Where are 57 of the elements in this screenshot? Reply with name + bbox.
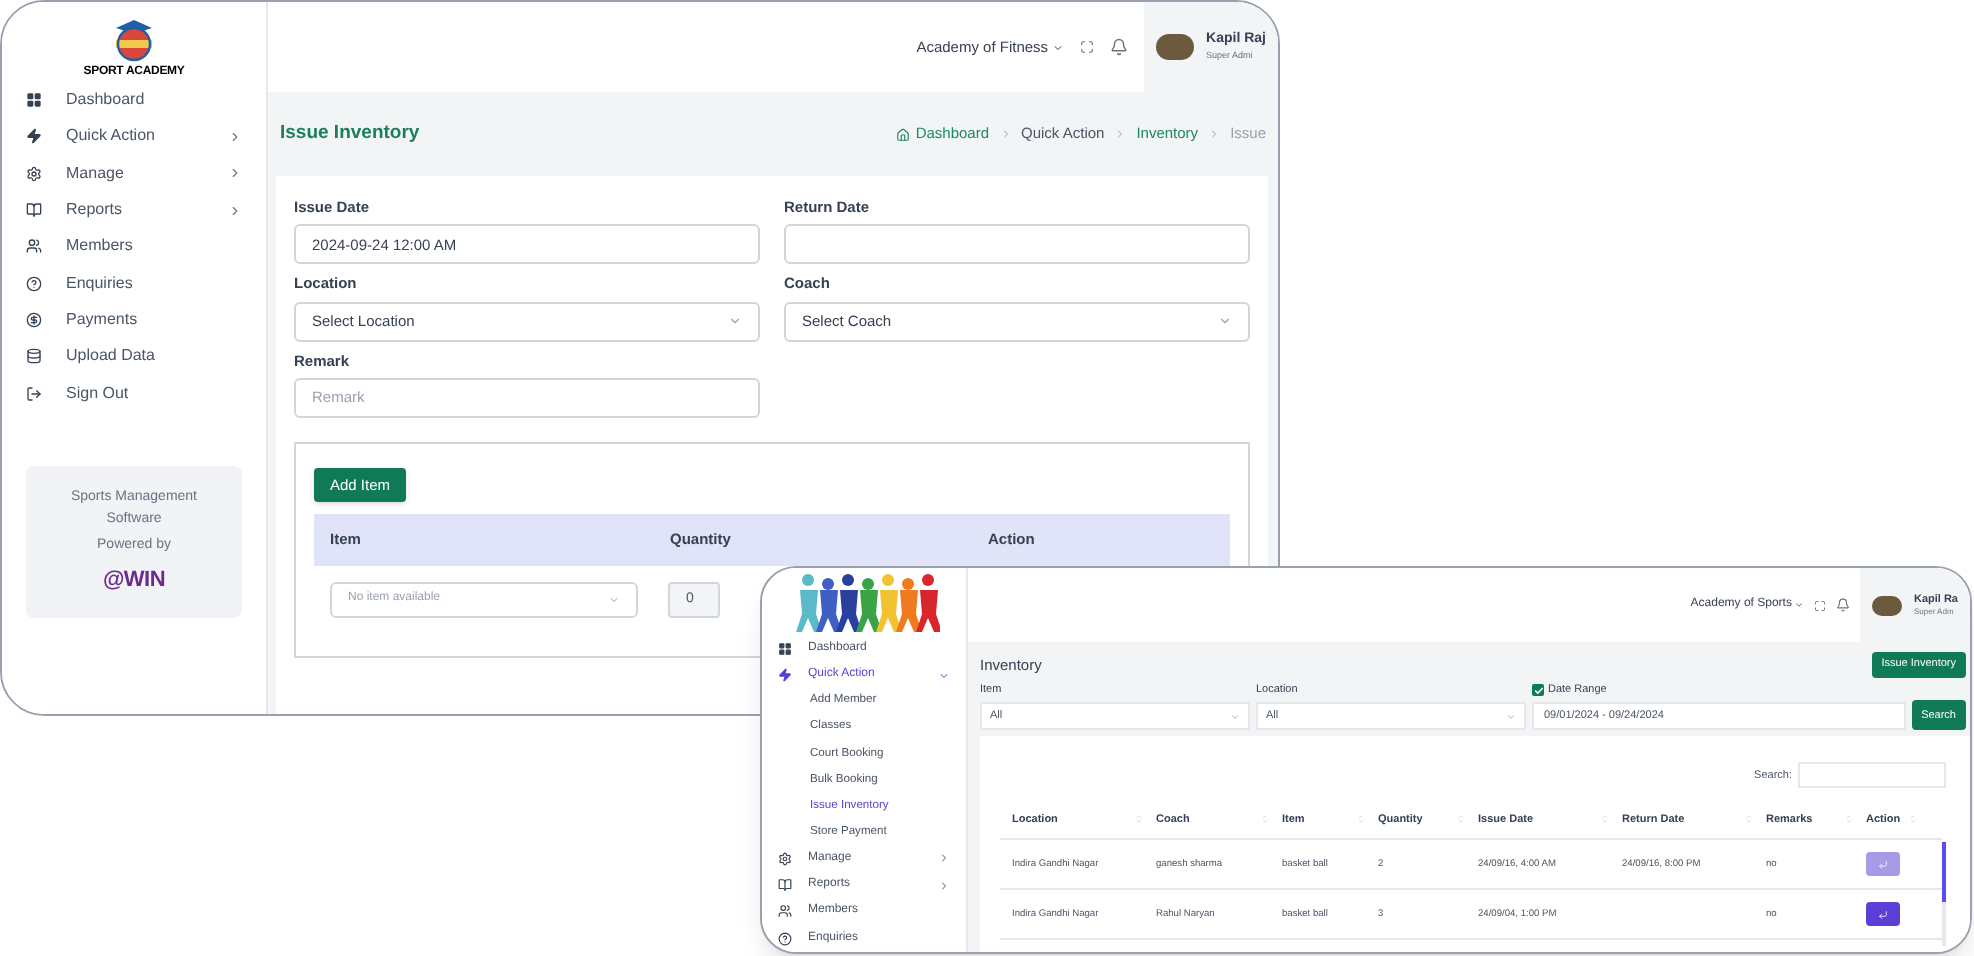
sort-icon (1456, 814, 1466, 825)
sort-icon (1844, 814, 1854, 825)
sidebar-item[interactable]: Quick Action (2, 118, 266, 156)
dropdown-caret-icon (608, 593, 620, 606)
book-icon (778, 878, 792, 893)
input-field[interactable] (784, 224, 1250, 265)
question-icon (26, 275, 42, 292)
sign-out-icon (26, 385, 42, 402)
gear-icon (778, 851, 792, 866)
sort-icon (1356, 814, 1366, 825)
sidebar-item[interactable]: Dashboard (2, 82, 266, 119)
users-icon (26, 238, 42, 255)
breadcrumb-separator-icon (999, 128, 1012, 140)
breadcrumb-separator-icon (1208, 128, 1221, 140)
sort-icon (1600, 814, 1610, 825)
sort-icon (1260, 814, 1270, 825)
question-icon (778, 931, 792, 946)
notification-bell-icon[interactable] (1835, 598, 1850, 612)
sidebar-item[interactable]: Payments (2, 301, 266, 339)
caret-icon (1793, 600, 1804, 610)
sidebar-item[interactable]: Members (2, 228, 266, 265)
return-arrow-icon (1878, 909, 1888, 920)
sort-icon (1134, 814, 1144, 825)
sidebar-item[interactable]: Sign Out (2, 374, 266, 412)
table-search-field[interactable] (1798, 762, 1946, 789)
gear-icon (26, 165, 42, 182)
return-arrow-icon (1878, 859, 1888, 870)
users-icon (778, 904, 792, 919)
sidebar-item[interactable]: Upload Data (2, 338, 266, 375)
fullscreen-icon[interactable] (1080, 40, 1095, 54)
coin-icon (26, 311, 42, 328)
date-range-checkbox[interactable] (1532, 684, 1544, 697)
grid-icon (778, 641, 792, 656)
avatar-placeholder (1871, 595, 1902, 615)
page-title: Issue Inventory (280, 119, 420, 148)
sort-icon (1744, 814, 1754, 825)
sidebar-item[interactable]: Enquiries (2, 264, 266, 302)
return-button[interactable] (1866, 902, 1900, 927)
sort-icon (1908, 814, 1918, 825)
sidebar-item[interactable]: Manage (2, 155, 266, 192)
breadcrumb-separator-icon (1114, 128, 1127, 140)
avatar-placeholder (1156, 34, 1195, 60)
dropdown-caret-icon (1230, 711, 1240, 722)
athletes-silhouette-drawing (796, 569, 940, 634)
dropdown-caret-icon (728, 314, 742, 328)
database-icon (26, 348, 42, 365)
grid-icon (26, 92, 42, 109)
lightning-icon (26, 128, 42, 145)
lightning-icon (778, 668, 792, 683)
book-icon (26, 202, 42, 219)
notification-bell-icon[interactable] (1110, 38, 1129, 56)
dropdown-caret-icon (1218, 314, 1232, 328)
home-icon (895, 127, 910, 141)
dropdown-caret-icon (1506, 711, 1516, 722)
brand-logo: @WIN (102, 565, 165, 596)
caret-icon (1052, 41, 1065, 53)
sidebar-item[interactable]: Reports (2, 191, 266, 229)
